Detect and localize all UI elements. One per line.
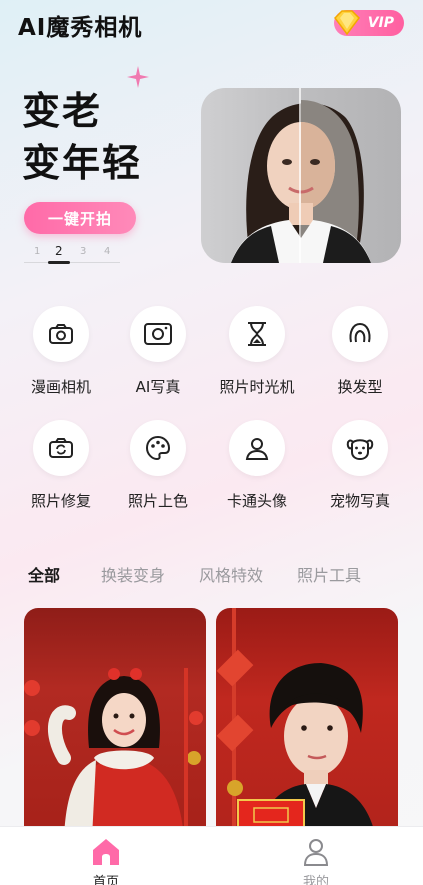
template-card[interactable] [216, 608, 398, 838]
template-cards [0, 608, 423, 838]
feature-icon-circle [229, 306, 285, 362]
face-portrait-image [231, 100, 371, 263]
pager-dot-3[interactable]: 3 [80, 246, 86, 257]
user-icon [245, 438, 269, 460]
camera-refresh-icon [49, 438, 73, 458]
pager-dot-1[interactable]: 1 [34, 246, 40, 257]
hero-title-line1: 变老 [22, 88, 103, 133]
hero-banner[interactable]: 变老 变年轻 一键开拍 1 2 3 4 [0, 60, 423, 280]
tab-all[interactable]: 全部 [28, 562, 60, 586]
category-tabs: 全部 换装变身 风格特效 照片工具 [0, 562, 423, 586]
feature-label: 换发型 [337, 378, 383, 396]
hero-photo-old-young-face[interactable] [201, 88, 401, 263]
feature-icon-circle [130, 420, 186, 476]
pager-dot-2[interactable]: 2 [55, 244, 63, 258]
nav-label: 我的 [302, 875, 329, 885]
dog-icon [346, 439, 374, 461]
feature-icon-circle [33, 420, 89, 476]
feature-label: 漫画相机 [30, 378, 91, 396]
bottom-nav: 首页 我的 [0, 826, 423, 885]
vip-badge[interactable]: VIP [334, 10, 404, 36]
tab-outfit-transform[interactable]: 换装变身 [101, 562, 165, 586]
header: AI魔秀相机 VIP [0, 0, 423, 50]
app-title: AI魔秀相机 [18, 15, 143, 41]
feature-label: AI写真 [135, 378, 181, 396]
hair-icon [349, 322, 371, 343]
feature-label: 宠物写真 [329, 492, 390, 510]
photo-camera-icon [144, 323, 172, 345]
boy-festive-photo [216, 608, 376, 838]
palette-icon [145, 435, 171, 461]
home-icon [93, 839, 119, 865]
nav-label: 首页 [92, 875, 119, 885]
tab-style-effects[interactable]: 风格特效 [199, 562, 263, 586]
feature-icon-circle [332, 306, 388, 362]
diamond-icon [334, 10, 360, 36]
banner-pager: 1 2 3 4 [24, 243, 120, 264]
feature-icon-circle [33, 306, 89, 362]
pager-dot-4[interactable]: 4 [104, 246, 110, 257]
sparkle-icon [127, 66, 149, 88]
feature-label: 照片修复 [30, 492, 91, 510]
camera-icon [49, 324, 73, 344]
split-divider [299, 88, 301, 263]
feature-icon-circle [229, 420, 285, 476]
girl-festive-photo [24, 668, 203, 838]
feature-icon-circle [332, 420, 388, 476]
template-card[interactable] [24, 608, 206, 838]
pager-active-indicator [48, 261, 70, 264]
feature-icon-circle [130, 306, 186, 362]
feature-label: 照片时光机 [219, 378, 295, 396]
feature-label: 照片上色 [127, 492, 188, 510]
feature-label: 卡通头像 [226, 492, 287, 510]
vip-label: VIP [367, 15, 394, 31]
hero-title-line2: 变年轻 [22, 140, 143, 185]
hourglass-icon [248, 322, 266, 346]
tab-photo-tools[interactable]: 照片工具 [297, 562, 361, 586]
profile-icon [303, 839, 329, 866]
one-tap-shoot-button[interactable]: 一键开拍 [24, 202, 136, 234]
